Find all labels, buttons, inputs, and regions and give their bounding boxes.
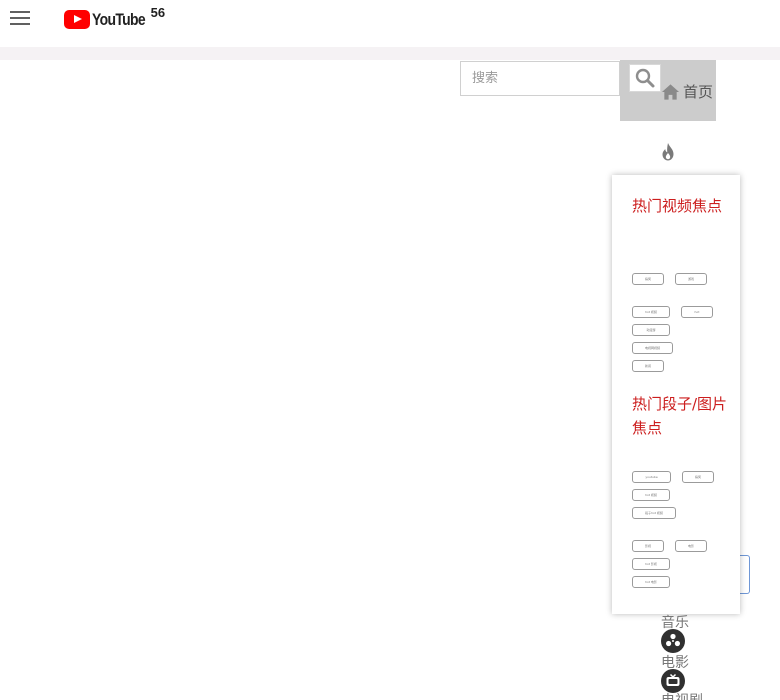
nav-item-tv[interactable]: 电视剧 xyxy=(661,690,703,700)
chip[interactable]: 电影 xyxy=(675,540,707,552)
chip[interactable]: hot 视频 xyxy=(632,306,670,318)
menu-icon[interactable] xyxy=(10,11,30,27)
search-button[interactable] xyxy=(629,64,661,92)
section-title-hot-jokes-images: 热门段子/图片焦点 xyxy=(632,395,728,437)
chip[interactable]: 电视网视频 xyxy=(632,342,673,354)
top-bar: YouTube 56 xyxy=(0,0,780,47)
nav-home-label-group[interactable]: 首页 xyxy=(661,81,713,102)
film-reel-icon[interactable] xyxy=(661,629,685,653)
fire-icon[interactable] xyxy=(658,142,678,162)
chip[interactable]: 游戏 xyxy=(675,273,707,285)
logo-superscript: 56 xyxy=(150,5,166,20)
chip[interactable]: hot xyxy=(681,306,713,318)
youtube-play-icon xyxy=(64,10,90,29)
film-reel-glyph xyxy=(666,633,680,647)
chip[interactable]: 动漫游 xyxy=(632,324,670,336)
chip[interactable]: 影视 xyxy=(632,540,664,552)
sub-bar xyxy=(0,47,780,60)
chip[interactable]: 搞笑 xyxy=(632,273,664,285)
chip[interactable]: hot 视频 xyxy=(632,489,670,501)
hot-topics-dropdown: 热门视频焦点 搞笑 游戏 hot 视频 hot 动漫游 电视网视频 新闻 热门段… xyxy=(612,175,740,614)
chip[interactable]: hot 电影 xyxy=(632,576,670,588)
page: YouTube 56 首页 热门视频焦点 搞笑 游戏 hot 视频 hot 动漫… xyxy=(0,0,780,700)
search-icon xyxy=(635,68,655,88)
chip[interactable]: youtube xyxy=(632,471,671,483)
home-icon xyxy=(661,83,680,100)
hidden-panel-edge xyxy=(740,555,750,594)
chip[interactable]: hot 影视 xyxy=(632,558,670,570)
chip[interactable]: 新闻 xyxy=(632,360,664,372)
chip[interactable]: 段子hot 视频 xyxy=(632,507,676,519)
search-input[interactable] xyxy=(460,61,620,96)
chip[interactable]: 搞笑 xyxy=(682,471,714,483)
youtube-logo[interactable]: YouTube 56 xyxy=(64,5,166,32)
logo-text: YouTube xyxy=(92,10,146,29)
nav-home-label: 首页 xyxy=(683,83,714,101)
section-title-hot-videos: 热门视频焦点 xyxy=(632,197,723,215)
